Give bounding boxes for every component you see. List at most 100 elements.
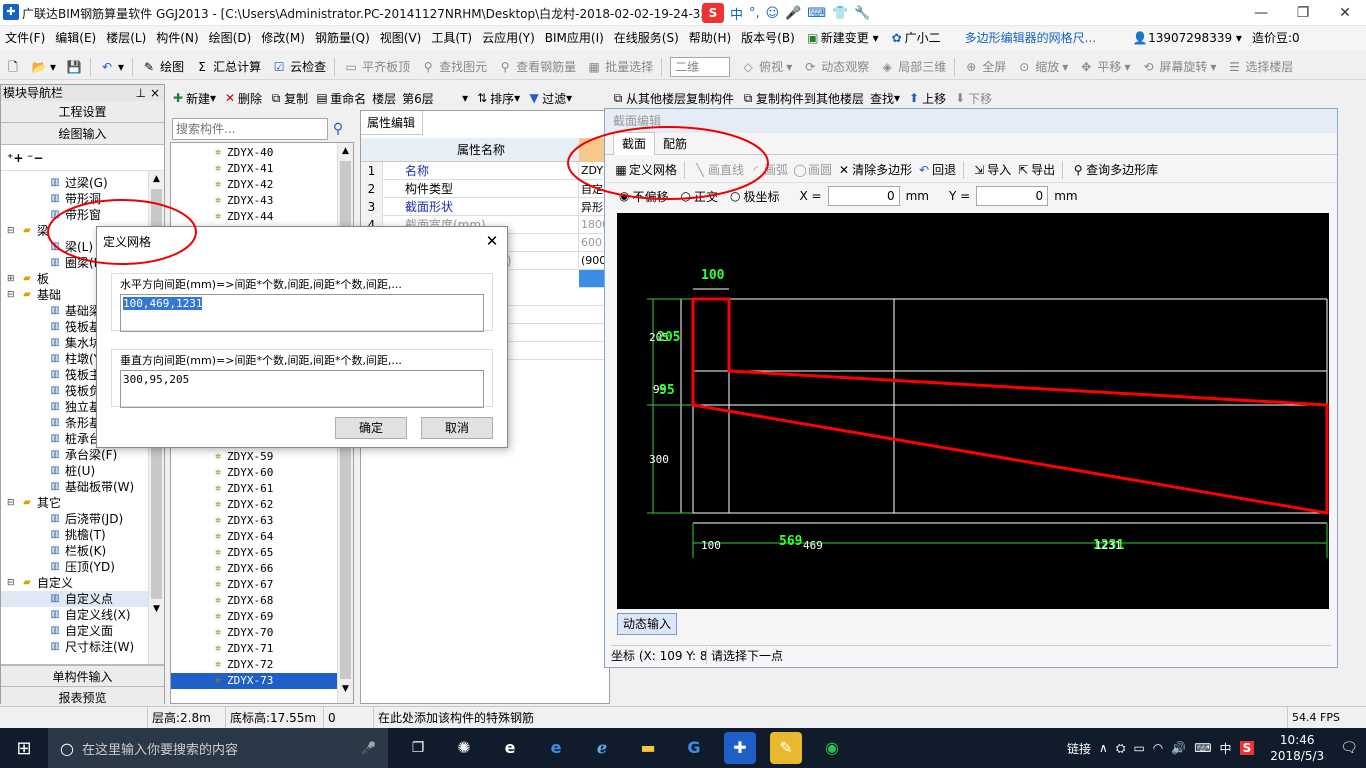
local-3d-button[interactable]: ◈ 局部三维 [874, 55, 951, 79]
menu-floor[interactable]: 楼层(L) [101, 26, 151, 50]
tab-rebar[interactable]: 配筋 [655, 133, 695, 155]
move-down-button[interactable]: ⬇ 下移 [952, 90, 992, 107]
task-view-icon[interactable]: ❐ [402, 732, 434, 764]
component-list-item[interactable]: ✲ ZDYX-65 [171, 545, 353, 561]
tray-up-icon[interactable]: ∧ [1099, 741, 1108, 755]
rotate-screen-button[interactable]: ⟲ 屏幕旋转 ▾ [1135, 55, 1221, 79]
component-list-item[interactable]: ✲ ZDYX-68 [171, 593, 353, 609]
sogou-ime-icon[interactable]: S [702, 3, 724, 23]
x-input[interactable]: 0 [827, 186, 900, 206]
green-app-icon[interactable]: ◉ [816, 732, 848, 764]
component-list-item[interactable]: ✲ ZDYX-70 [171, 625, 353, 641]
close-panel-icon[interactable]: × [150, 85, 160, 101]
section-canvas[interactable]: 100 205 205 95 95 300 100 569 469 1231 1… [617, 213, 1329, 609]
menu-draw[interactable]: 绘图(D) [204, 26, 257, 50]
section-polygon[interactable] [691, 297, 1329, 515]
component-list-item[interactable]: ✲ ZDYX-43 [171, 193, 353, 209]
sort-button[interactable]: ⇅ 排序 ▾ [474, 90, 520, 107]
taskbar-search[interactable]: ○ 在这里输入你要搜索的内容 🎤 [48, 728, 388, 768]
component-list-item[interactable]: ✲ ZDYX-40 [171, 145, 353, 161]
find-element-button[interactable]: ⚲ 查找图元 [415, 55, 492, 79]
property-row[interactable]: 2 构件类型 自定 [361, 179, 609, 198]
tray-sogou-icon[interactable]: S [1239, 741, 1255, 755]
pin-icon[interactable]: ⊥ [136, 85, 146, 101]
menu-edit[interactable]: 编辑(E) [50, 26, 101, 50]
tray-link[interactable]: 链接 [1067, 740, 1091, 757]
view-rebar-button[interactable]: ⚲ 查看钢筋量 [492, 55, 581, 79]
tree-item-lintel[interactable]: ▥ 过梁(G) [1, 175, 164, 191]
cloud-check-button[interactable]: ☑ 云检查 [266, 55, 331, 79]
dynamic-input-button[interactable]: 动态输入 [617, 613, 677, 635]
tree-item-custom-face[interactable]: ▥ 自定义面 [1, 623, 164, 639]
component-list-item[interactable]: ✲ ZDYX-62 [171, 497, 353, 513]
component-list-item[interactable]: ✲ ZDYX-42 [171, 177, 353, 193]
scroll-down-icon[interactable]: ▼ [149, 601, 164, 617]
tree-item-pile[interactable]: ▥ 桩(U) [1, 463, 164, 479]
menu-help[interactable]: 帮助(H) [684, 26, 736, 50]
tree-item-folder[interactable]: ⊟ ▰ 其它 [1, 495, 164, 511]
minimize-icon[interactable]: — [1240, 5, 1282, 21]
expand-all-icon[interactable]: ⁺+ [7, 150, 23, 166]
new-file-button[interactable]: 🗋 [0, 55, 26, 79]
glodon-app-icon[interactable]: ✚ [724, 732, 756, 764]
microphone-icon[interactable]: 🎤 [785, 6, 801, 21]
expand-icon[interactable]: ⊞ [7, 271, 17, 287]
back-button[interactable]: ↶ 回退 [916, 161, 956, 178]
collapse-icon[interactable]: ⊟ [7, 495, 17, 511]
ime-lang[interactable]: 中 [730, 4, 743, 23]
new-component-button[interactable]: ✚ 新建 ▾ [170, 90, 216, 107]
component-list-item[interactable]: ✲ ZDYX-72 [171, 657, 353, 673]
copy-from-floor-button[interactable]: ⧉ 从其他楼层复制构件 [610, 90, 734, 107]
menu-rebar[interactable]: 钢筋量(Q) [310, 26, 375, 50]
fullscreen-button[interactable]: ⊕ 全屏 [958, 55, 1011, 79]
clear-polygon-button[interactable]: ✕ 清除多边形 [836, 161, 912, 178]
component-list-item[interactable]: ✲ ZDYX-69 [171, 609, 353, 625]
horizontal-spacing-input[interactable]: 100,469,1231 [120, 294, 484, 332]
skin-icon[interactable]: 👕 [832, 6, 848, 21]
find-button[interactable]: 查找 ▾ [870, 90, 900, 107]
ie-blue-icon[interactable]: ℯ [586, 732, 618, 764]
pan-button[interactable]: ✥ 平移 ▾ [1073, 55, 1135, 79]
wrench-icon[interactable]: 🔧 [854, 6, 870, 21]
tree-item-cap-beam[interactable]: ▥ 承台梁(F) [1, 447, 164, 463]
radio-polar[interactable]: ○ 极坐标 [730, 188, 780, 205]
menu-news-link[interactable]: 多边形编辑器的网格尺... [960, 26, 1101, 50]
search-input[interactable] [172, 118, 328, 140]
menu-version[interactable]: 版本号(B) [736, 26, 800, 50]
list-scroll-down-icon[interactable]: ▼ [338, 681, 353, 697]
menu-guangxiaoer[interactable]: ✿ 广小二 [884, 26, 946, 50]
collapse-icon[interactable]: ⊟ [7, 223, 17, 239]
export-button[interactable]: ⇱ 导出 [1015, 161, 1055, 178]
component-list-item[interactable]: ✲ ZDYX-44 [171, 209, 353, 225]
component-list-item[interactable]: ✲ ZDYX-64 [171, 529, 353, 545]
draw-arc-button[interactable]: ◜ 画弧 [748, 161, 788, 178]
move-up-button[interactable]: ⬆ 上移 [906, 90, 946, 107]
cancel-button[interactable]: 取消 [421, 417, 493, 439]
ie-icon[interactable]: e [494, 732, 526, 764]
menu-view[interactable]: 视图(V) [375, 26, 427, 50]
tray-clock[interactable]: 10:46 2018/5/3 [1262, 732, 1332, 764]
component-list-item[interactable]: ✲ ZDYX-71 [171, 641, 353, 657]
tree-item-custom-line[interactable]: ▥ 自定义线(X) [1, 607, 164, 623]
menu-online[interactable]: 在线服务(S) [609, 26, 684, 50]
ime-toolbar[interactable]: S 中 °, ☺ 🎤 ⌨ 👕 🔧 [702, 3, 912, 23]
collapse-icon[interactable]: ⊟ [7, 575, 17, 591]
zoom-button[interactable]: ⊙ 缩放 ▾ [1011, 55, 1073, 79]
rename-button[interactable]: ▤ 重命名 [314, 90, 366, 107]
define-grid-button[interactable]: ▦ 定义网格 [613, 161, 677, 178]
property-row[interactable]: 3 截面形状 异形 [361, 197, 609, 216]
menu-modify[interactable]: 修改(M) [256, 26, 310, 50]
tray-volume-icon[interactable]: 🔊 [1171, 741, 1186, 755]
delete-button[interactable]: ✕ 删除 [222, 90, 262, 107]
single-component-input-button[interactable]: 单构件输入 [1, 665, 164, 687]
menu-component[interactable]: 构件(N) [151, 26, 203, 50]
fan-app-icon[interactable]: ✺ [448, 732, 480, 764]
collapse-all-icon[interactable]: ⁻− [27, 150, 43, 166]
property-row[interactable]: 1名称ZDYX- [361, 161, 609, 180]
tree-item-parapet[interactable]: ▥ 栏板(K) [1, 543, 164, 559]
component-list-item[interactable]: ✲ ZDYX-67 [171, 577, 353, 593]
tray-wifi-icon[interactable]: ◠ [1153, 741, 1163, 755]
keyboard-icon[interactable]: ⌨ [807, 6, 826, 21]
drawing-input-button[interactable]: 绘图输入 [1, 123, 164, 145]
edge-icon[interactable]: e [540, 732, 572, 764]
